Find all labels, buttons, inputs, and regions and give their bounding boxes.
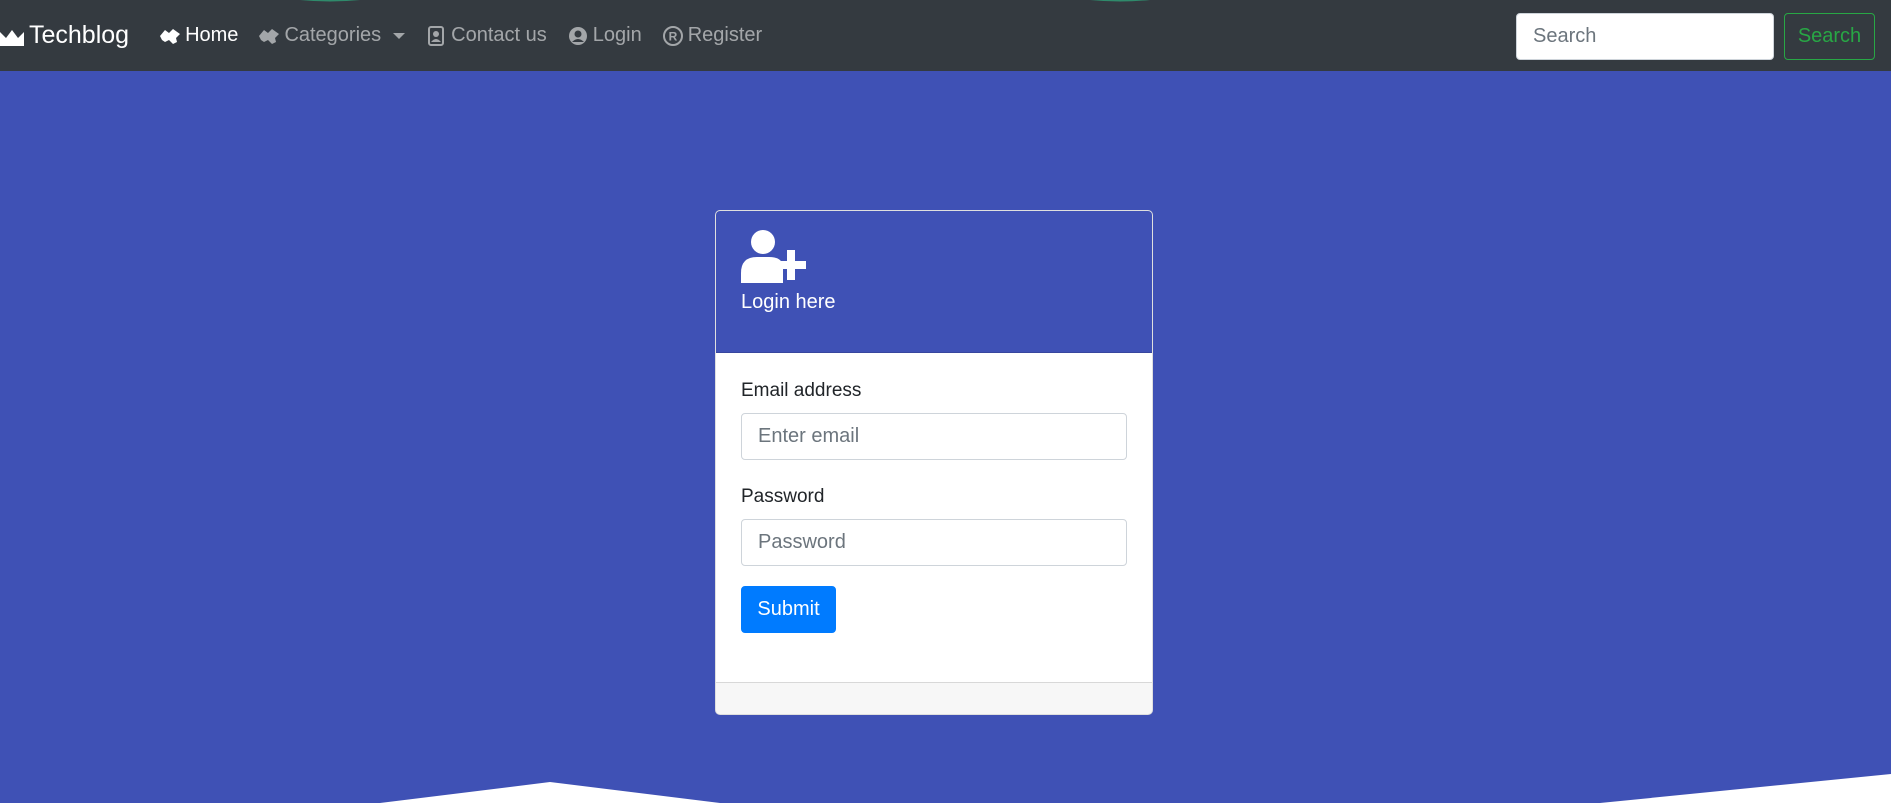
nav-item-home[interactable]: Home [159, 24, 238, 47]
nav-item-label: Contact us [451, 24, 547, 46]
hands-icon [159, 26, 181, 46]
nav-item-categories[interactable]: Categories [258, 24, 406, 47]
login-form: Email address Password Submit [716, 353, 1152, 633]
login-card: Login here Email address Password Submit [715, 210, 1153, 715]
hands-icon [258, 26, 280, 46]
password-label: Password [741, 486, 825, 507]
card-title: Login here [741, 291, 836, 313]
bottom-wave-decoration [0, 774, 1891, 803]
navbar: Techblog Home Categories Contact us Logi… [0, 0, 1891, 71]
top-wave-decoration [0, 0, 1891, 2]
nav-item-label: Categories [284, 24, 382, 46]
nav-menu: Home Categories Contact us Login R Regis… [159, 24, 782, 47]
user-circle-icon [567, 26, 589, 46]
nav-item-contact[interactable]: Contact us [425, 24, 547, 47]
search-form: Search [1516, 13, 1875, 60]
card-header: Login here [716, 211, 1152, 353]
nav-item-label: Home [185, 24, 239, 46]
contact-card-icon [425, 25, 447, 46]
nav-item-label: Register [687, 24, 763, 46]
registered-icon: R [662, 25, 684, 46]
search-button[interactable]: Search [1784, 13, 1875, 60]
chevron-down-icon [393, 32, 406, 39]
submit-button[interactable]: Submit [741, 586, 836, 633]
crown-icon [0, 29, 24, 46]
email-field[interactable] [741, 413, 1127, 460]
nav-item-login[interactable]: Login [567, 24, 642, 47]
nav-item-label: Login [592, 24, 642, 46]
password-field[interactable] [741, 519, 1127, 566]
brand-link[interactable]: Techblog [0, 21, 129, 50]
search-input[interactable] [1516, 13, 1774, 60]
card-footer [716, 682, 1152, 714]
brand-name: Techblog [29, 21, 130, 49]
svg-text:R: R [668, 29, 677, 43]
nav-item-register[interactable]: R Register [662, 24, 762, 47]
user-plus-icon [741, 230, 806, 283]
email-label: Email address [741, 380, 862, 401]
